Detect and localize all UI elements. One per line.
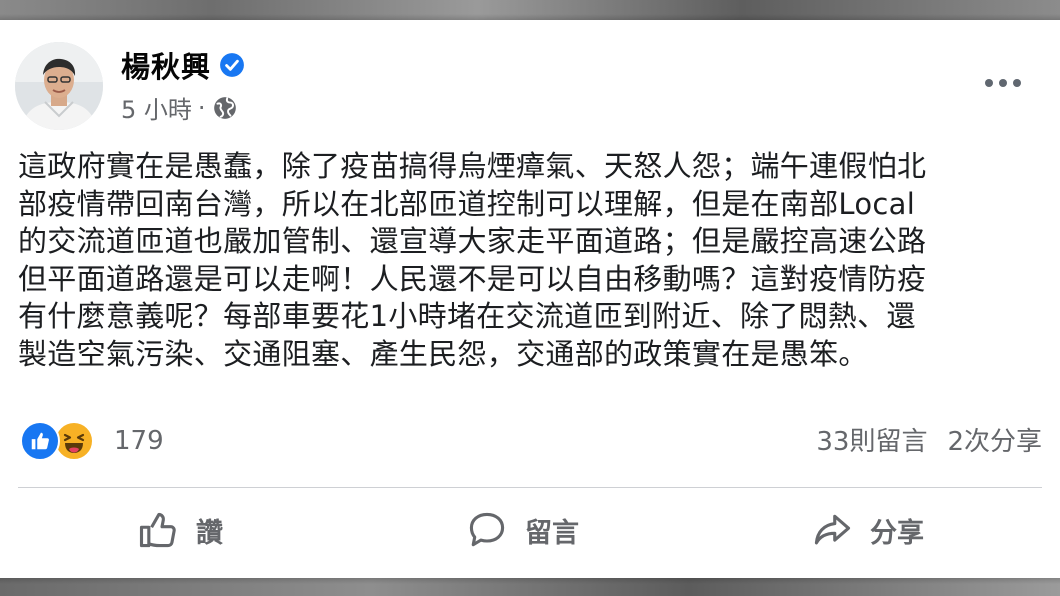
post-body-line: 部疫情帶回南台灣，所以在北部匝道控制可以理解，但是在南部Local — [18, 186, 916, 221]
share-count-link[interactable]: 2次分享 — [947, 421, 1042, 458]
share-arrow-icon — [814, 514, 851, 545]
author-name[interactable]: 楊秋興 — [121, 44, 211, 86]
post-body-line: 的交流道匝道也嚴加管制、還宣導大家走平面道路；但是嚴控高速公路 — [18, 224, 927, 258]
divider — [18, 487, 1042, 488]
bottom-frame-edge — [0, 578, 1060, 596]
like-button-label: 讚 — [196, 517, 223, 549]
post-meta: 5 小時 · — [121, 90, 238, 125]
avatar-photo-icon — [15, 42, 103, 130]
reaction-count: 179 — [114, 426, 164, 456]
share-button-label: 分享 — [870, 517, 924, 549]
post-timestamp[interactable]: 5 小時 — [121, 90, 192, 125]
more-dots-icon — [985, 79, 1021, 87]
verified-badge-icon — [220, 53, 244, 77]
comment-bubble-icon — [469, 512, 505, 547]
author-row: 楊秋興 — [121, 44, 245, 86]
author-avatar[interactable] — [15, 42, 103, 130]
post-body-line: 但平面道路還是可以走啊！人民還不是可以自由移動嗎？這對疫情防疫 — [18, 261, 927, 296]
thumbs-up-icon — [139, 512, 176, 548]
post-body-line: 有什麼意義呢？每部車要花1小時堵在交流道匝到附近、除了悶熱、還 — [18, 299, 916, 333]
meta-separator: · — [197, 93, 206, 122]
post-body: 這政府實在是愚蠢，除了疫苗搞得烏煙瘴氣、天怒人怨；端午連假怕北 部疫情帶回南台灣… — [18, 148, 1048, 373]
engagement-stats: 33則留言 2次分享 — [816, 421, 1042, 458]
comment-button-label: 留言 — [525, 517, 579, 549]
post-body-line: 這政府實在是愚蠢，除了疫苗搞得烏煙瘴氣、天怒人怨；端午連假怕北 — [18, 149, 927, 183]
top-frame-edge — [0, 0, 1060, 20]
like-reaction-icon — [20, 421, 60, 461]
post-body-line: 製造空氣污染、交通阻塞、產生民怨，交通部的政策實在是愚笨。 — [18, 336, 868, 371]
haha-reaction-icon — [54, 421, 94, 461]
comment-count-link[interactable]: 33則留言 — [816, 421, 927, 458]
share-button[interactable]: 分享 — [810, 508, 924, 552]
action-bar: 讚 留言 分享 — [0, 500, 1060, 566]
comment-button[interactable]: 留言 — [465, 508, 579, 552]
reactions-summary[interactable]: 179 — [20, 420, 164, 462]
more-options-button[interactable] — [983, 73, 1023, 93]
globe-icon[interactable] — [212, 95, 238, 121]
like-button[interactable]: 讚 — [136, 508, 223, 552]
